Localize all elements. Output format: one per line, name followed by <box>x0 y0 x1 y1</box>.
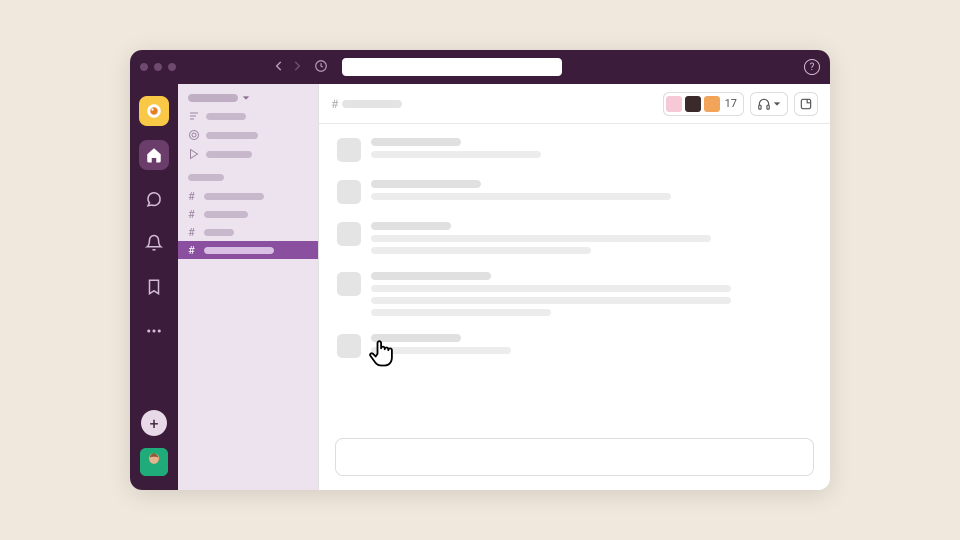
message-list <box>319 124 830 430</box>
member-avatar <box>704 96 720 112</box>
drafts-icon <box>188 148 200 160</box>
message-avatar <box>337 334 361 358</box>
message-avatar <box>337 180 361 204</box>
members-button[interactable]: 17 <box>663 92 744 116</box>
nav-back-icon[interactable] <box>272 58 286 77</box>
search-input[interactable] <box>342 58 562 76</box>
channel-item[interactable]: # <box>178 241 318 259</box>
main-content: # 17 <box>318 84 830 490</box>
hash-icon: # <box>188 208 198 221</box>
message-avatar <box>337 272 361 296</box>
create-new-button[interactable]: + <box>141 410 167 436</box>
hash-icon: # <box>188 244 198 257</box>
workspace-name[interactable] <box>178 94 318 110</box>
canvas-button[interactable] <box>794 92 818 116</box>
chevron-down-icon <box>242 94 250 102</box>
message-composer[interactable] <box>335 438 814 476</box>
threads-icon <box>188 110 200 122</box>
message-row[interactable] <box>337 222 812 254</box>
message-body <box>371 222 812 254</box>
workspace-switcher[interactable] <box>139 96 169 126</box>
zoom-dot[interactable] <box>168 63 176 71</box>
channel-header: # 17 <box>319 84 830 124</box>
rail-dms-icon[interactable] <box>139 184 169 214</box>
user-avatar[interactable] <box>140 448 168 476</box>
message-body <box>371 334 812 358</box>
message-avatar <box>337 138 361 162</box>
message-body <box>371 180 812 204</box>
message-row[interactable] <box>337 138 812 162</box>
rail-more-icon[interactable] <box>139 316 169 346</box>
rail-later-icon[interactable] <box>139 272 169 302</box>
channel-title[interactable]: # <box>331 97 402 111</box>
message-row[interactable] <box>337 180 812 204</box>
sidebar-item-threads[interactable] <box>188 110 308 122</box>
window-controls[interactable] <box>140 63 176 71</box>
channel-item[interactable]: # <box>178 205 318 223</box>
message-body <box>371 138 812 162</box>
hash-icon: # <box>188 226 198 239</box>
member-avatar <box>685 96 701 112</box>
chevron-down-icon <box>773 100 781 108</box>
hash-icon: # <box>331 97 338 111</box>
channel-item[interactable]: # <box>178 187 318 205</box>
canvas-icon <box>799 97 813 111</box>
close-dot[interactable] <box>140 63 148 71</box>
minimize-dot[interactable] <box>154 63 162 71</box>
headphones-icon <box>757 97 771 111</box>
nav-forward-icon[interactable] <box>290 58 304 77</box>
titlebar: ? <box>130 50 830 84</box>
sidebar-item-drafts[interactable] <box>188 148 308 160</box>
channels-section-header[interactable] <box>178 174 318 187</box>
message-avatar <box>337 222 361 246</box>
help-icon[interactable]: ? <box>804 59 820 75</box>
rail-home-icon[interactable] <box>139 140 169 170</box>
message-row[interactable] <box>337 334 812 358</box>
nav-rail: + <box>130 84 178 490</box>
member-avatar <box>666 96 682 112</box>
channel-item[interactable]: # <box>178 223 318 241</box>
channel-sidebar: # # # # <box>178 84 318 490</box>
history-icon[interactable] <box>314 58 328 77</box>
hash-icon: # <box>188 190 198 203</box>
sidebar-item-mentions[interactable] <box>188 129 308 141</box>
member-count: 17 <box>725 97 737 110</box>
app-window: ? + <box>130 50 830 490</box>
message-row[interactable] <box>337 272 812 316</box>
rail-activity-icon[interactable] <box>139 228 169 258</box>
huddle-button[interactable] <box>750 92 788 116</box>
message-body <box>371 272 812 316</box>
mentions-icon <box>188 129 200 141</box>
